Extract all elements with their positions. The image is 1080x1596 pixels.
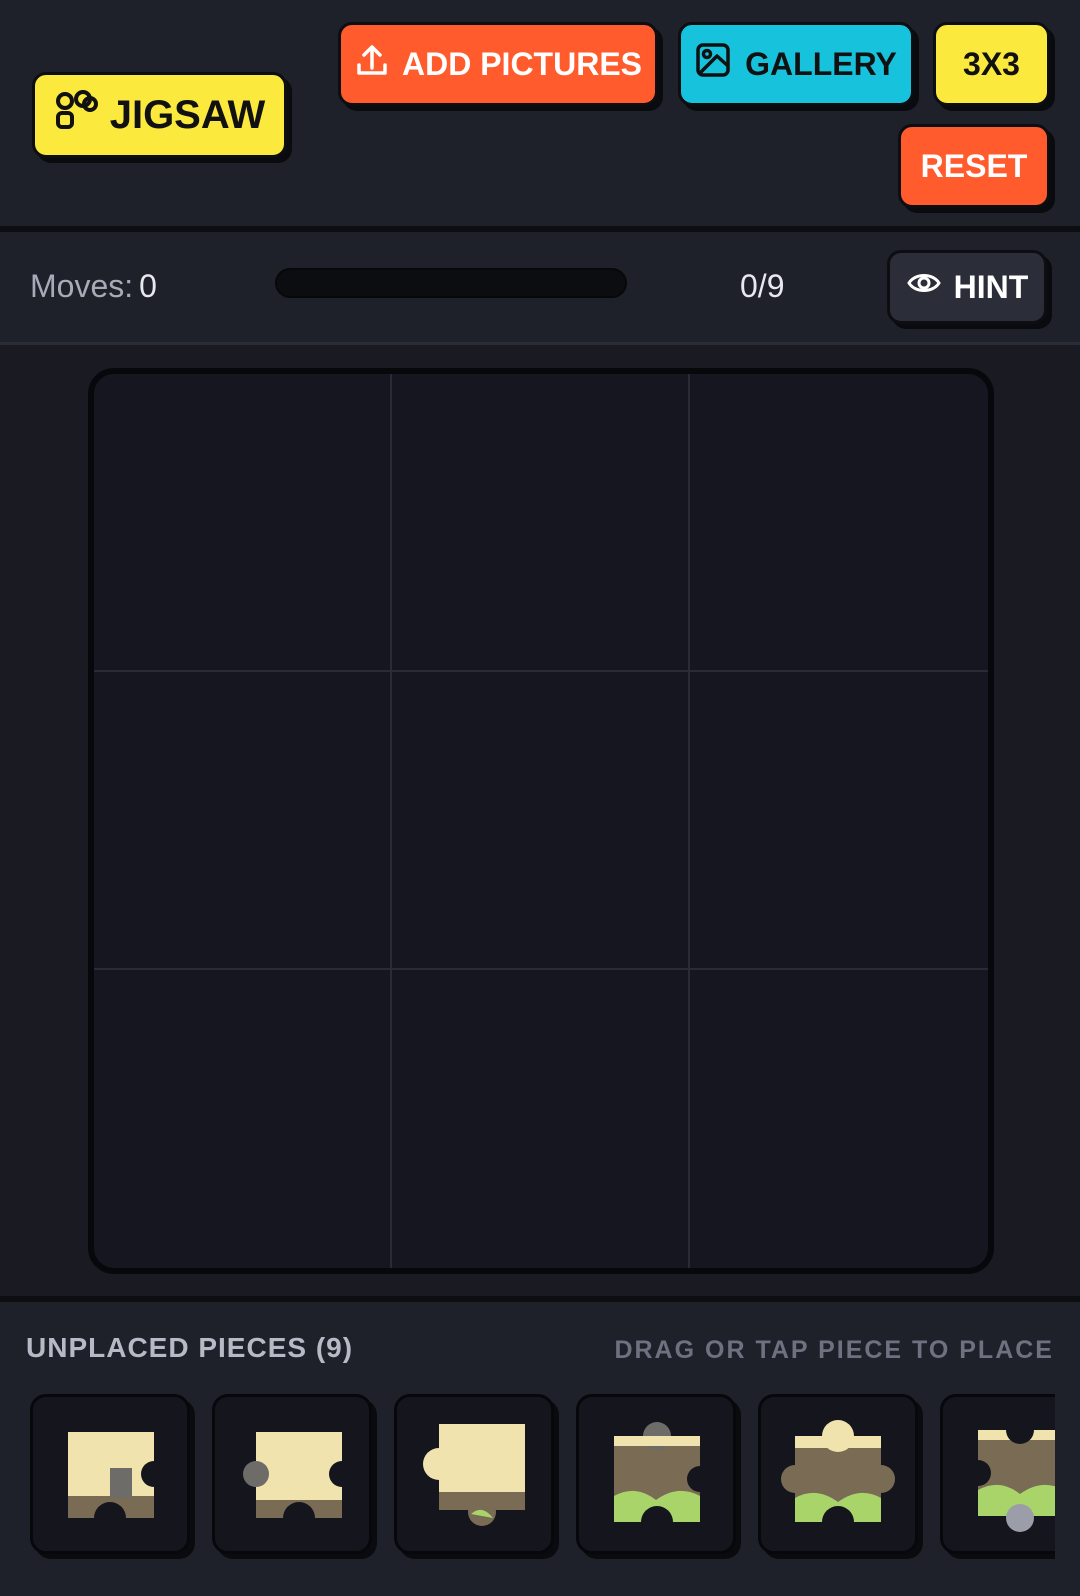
board-slot-6[interactable] [690, 672, 988, 970]
progress-bar [275, 268, 627, 298]
board-slot-1[interactable] [94, 374, 392, 672]
board-slot-5[interactable] [392, 672, 690, 970]
reset-button[interactable]: RESET [898, 124, 1050, 208]
puzzle-piece-4[interactable] [576, 1394, 736, 1554]
hint-button[interactable]: HINT [887, 250, 1047, 324]
puzzle-piece-3[interactable] [394, 1394, 554, 1554]
puzzle-piece-2[interactable] [212, 1394, 372, 1554]
board-slot-9[interactable] [690, 970, 988, 1268]
top-toolbar: JIGSAW ADD PICTURES GALLERY 3X3 RESET [0, 0, 1080, 232]
moves-value: 0 [139, 268, 157, 304]
pieces-strip[interactable] [30, 1394, 1055, 1564]
puzzle-piece-6[interactable] [940, 1394, 1055, 1554]
eye-icon [906, 265, 942, 309]
puzzle-piece-5[interactable] [758, 1394, 918, 1554]
board-slot-4[interactable] [94, 672, 392, 970]
moves-label: Moves: [30, 268, 134, 304]
add-pictures-label: ADD PICTURES [401, 45, 642, 82]
placed-count: 0/9 [740, 268, 785, 304]
app-logo: JIGSAW [32, 72, 287, 158]
board-slot-8[interactable] [392, 970, 690, 1268]
grid-size-button[interactable]: 3X3 [933, 22, 1050, 106]
logo-label: JIGSAW [109, 92, 266, 137]
board-slot-2[interactable] [392, 374, 690, 672]
add-pictures-button[interactable]: ADD PICTURES [338, 22, 658, 106]
upload-icon [354, 42, 390, 86]
board-slot-3[interactable] [690, 374, 988, 672]
unplaced-pieces-tray: UNPLACED PIECES (9) DRAG OR TAP PIECE TO… [0, 1296, 1080, 1596]
tray-title: UNPLACED PIECES (9) [26, 1332, 354, 1363]
image-icon [695, 42, 731, 86]
tray-instructions: DRAG OR TAP PIECE TO PLACE [614, 1336, 1054, 1364]
gallery-label: GALLERY [745, 45, 897, 82]
hint-label: HINT [953, 268, 1029, 305]
puzzle-piece-1[interactable] [30, 1394, 190, 1554]
puzzle-board [88, 368, 994, 1274]
board-slot-7[interactable] [94, 970, 392, 1268]
puzzle-logo-icon [54, 87, 100, 143]
gallery-button[interactable]: GALLERY [678, 22, 914, 106]
moves-counter: Moves: 0 [30, 268, 157, 305]
